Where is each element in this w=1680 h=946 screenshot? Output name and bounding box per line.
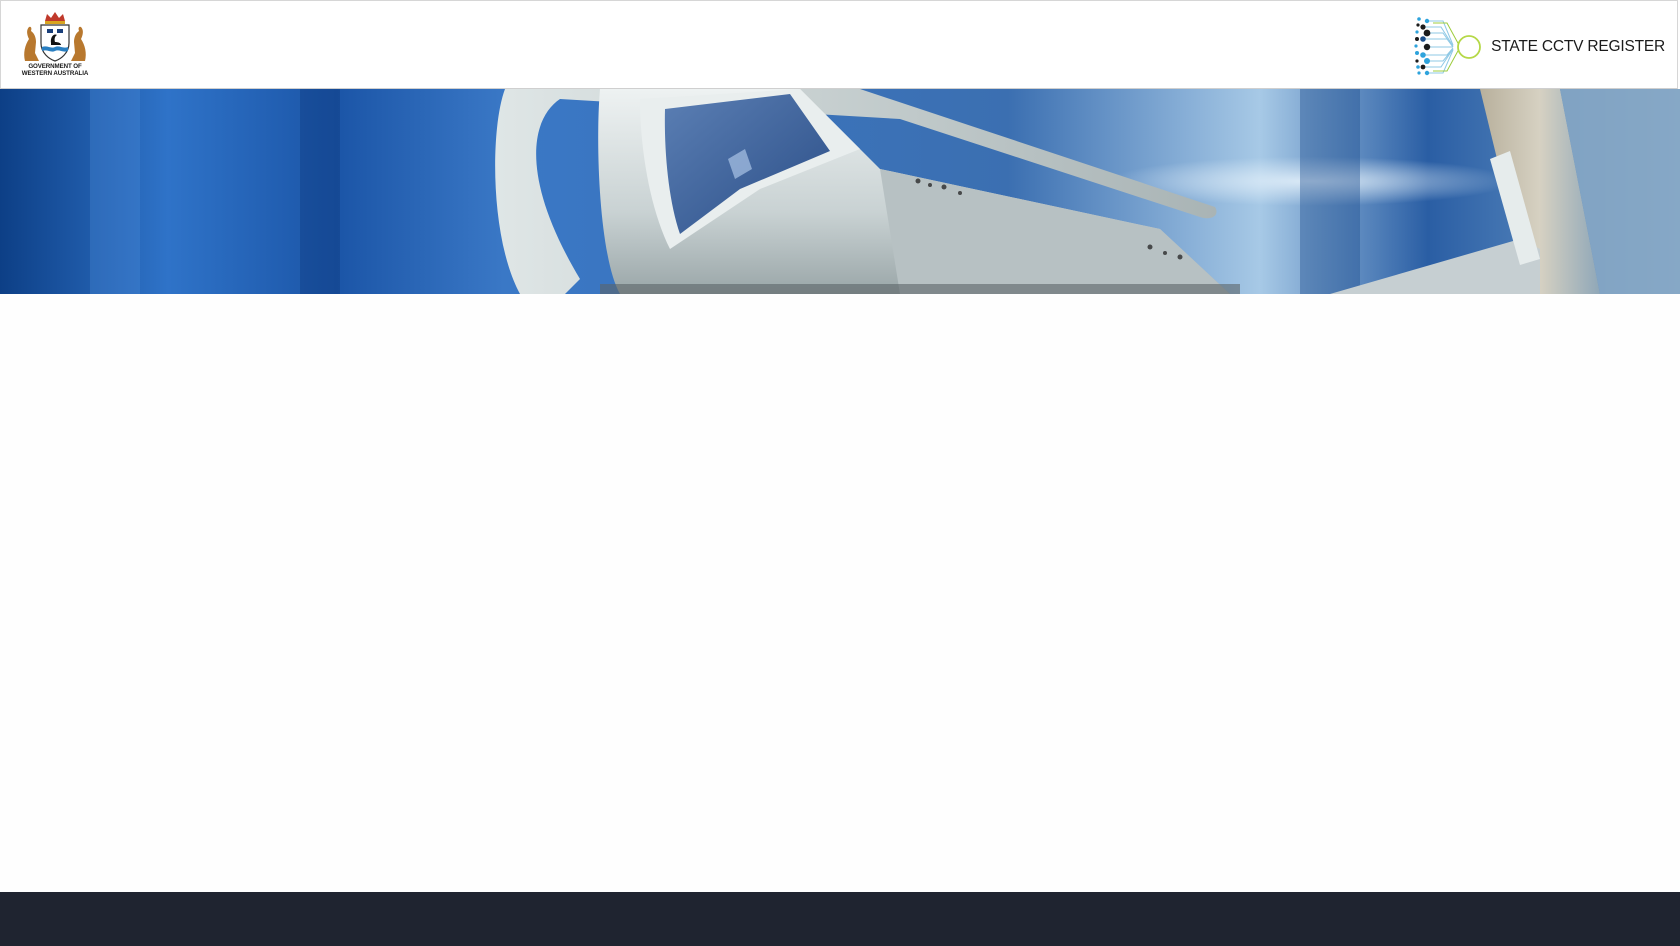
gov-logo-line2: WESTERN AUSTRALIA <box>21 70 89 77</box>
gov-logo-line1: GOVERNMENT OF <box>28 63 82 70</box>
state-cctv-register-logo-icon <box>1414 17 1482 76</box>
page: GOVERNMENT OF WESTERN AUSTRALIA STATE CC… <box>0 0 1680 946</box>
state-cctv-register-logo[interactable]: STATE CCTV REGISTER <box>1413 15 1665 79</box>
site-header: GOVERNMENT OF WESTERN AUSTRALIA STATE CC… <box>0 0 1678 89</box>
gov-logo-text: GOVERNMENT OF WESTERN AUSTRALIA <box>17 63 93 77</box>
hero-banner <box>0 89 1680 294</box>
cctv-camera-banner-image <box>0 89 1680 294</box>
site-title: STATE CCTV REGISTER <box>1491 38 1665 55</box>
gov-wa-logo[interactable]: GOVERNMENT OF WESTERN AUSTRALIA <box>17 9 93 81</box>
wa-coat-of-arms-icon <box>24 12 86 62</box>
site-footer <box>0 892 1680 946</box>
